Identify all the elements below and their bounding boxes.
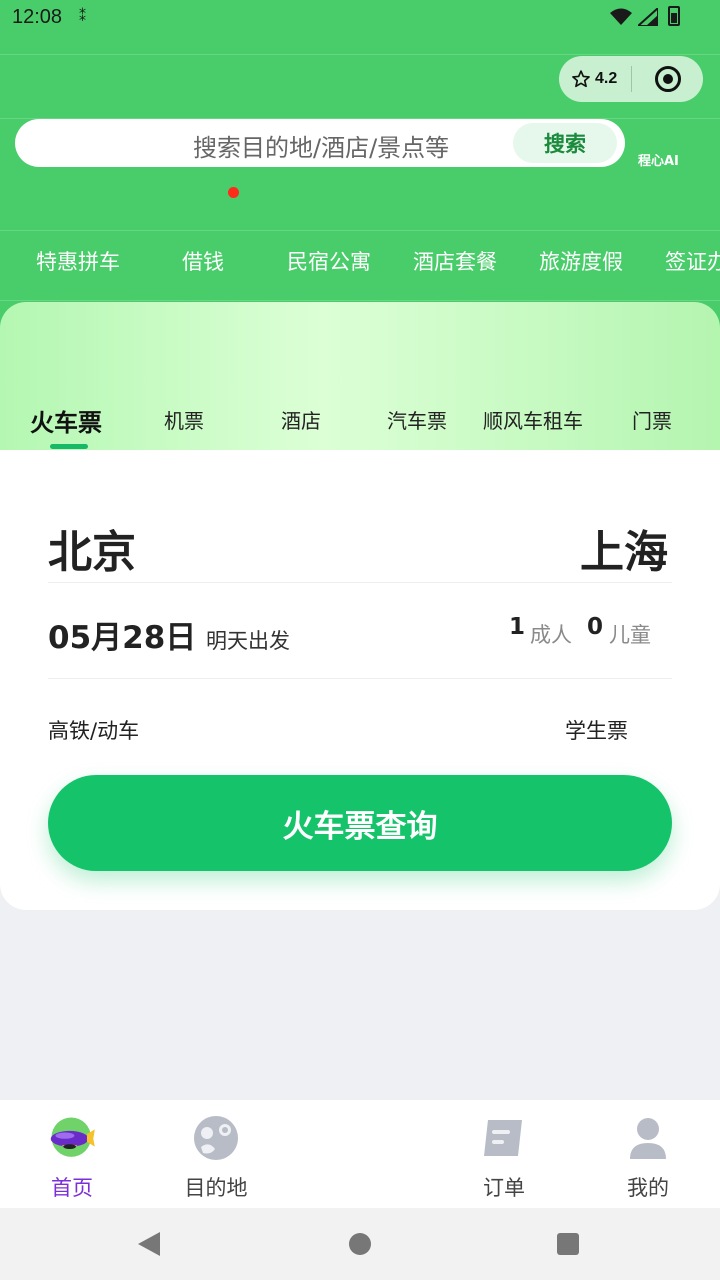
quick-nav: 特惠拼车 借钱 民宿公寓 酒店套餐 旅游度假 签证办 (0, 246, 720, 280)
tabbar-orders[interactable]: 订单 (454, 1110, 554, 1202)
star-icon (572, 70, 590, 88)
status-bar: 12:08 ⁑ (0, 0, 720, 38)
adult-count[interactable]: 1 (509, 614, 525, 640)
departure-date-note: 明天出发 (206, 629, 290, 653)
red-dot-badge (228, 187, 239, 198)
child-label: 儿童 (609, 623, 651, 647)
battery-icon (668, 6, 680, 26)
divider (48, 582, 672, 583)
search-bar[interactable]: 搜索目的地/酒店/景点等 搜索 (15, 119, 625, 167)
miniprogram-capsule: 4.2 (559, 56, 703, 102)
system-navigation-bar (0, 1208, 720, 1280)
quick-nav-item[interactable]: 民宿公寓 (287, 246, 371, 276)
airship-home-icon (46, 1112, 98, 1164)
palette-icon (190, 1112, 242, 1164)
close-target-button[interactable] (632, 65, 703, 93)
orders-icon (478, 1112, 530, 1164)
tab-flight[interactable]: 机票 (164, 405, 204, 434)
signal-icon (638, 8, 658, 26)
departure-date[interactable]: 05月28日 (48, 612, 196, 657)
high-speed-option[interactable]: 高铁/动车 (48, 715, 139, 745)
train-search-button[interactable]: 火车票查询 (48, 775, 672, 871)
active-tab-indicator (50, 444, 88, 449)
tabbar-orders-label: 订单 (483, 1176, 525, 1200)
tabbar-home-label: 首页 (51, 1176, 93, 1200)
rating-value: 4.2 (595, 70, 618, 87)
ai-assistant-button[interactable]: 程心AI (638, 150, 679, 169)
tab-tickets[interactable]: 门票 (632, 405, 672, 434)
bottom-tab-bar: 首页 目的地 订单 我的 (0, 1100, 720, 1208)
rating-button[interactable]: 4.2 (559, 69, 631, 89)
tabbar-profile-label: 我的 (627, 1176, 669, 1200)
recent-apps-icon[interactable] (557, 1233, 579, 1255)
tab-hotel[interactable]: 酒店 (281, 405, 321, 434)
header-divider (0, 230, 720, 231)
quick-nav-item[interactable]: 特惠拼车 (36, 246, 120, 276)
profile-icon (622, 1112, 674, 1164)
home-icon[interactable] (349, 1233, 371, 1255)
quick-nav-item[interactable]: 酒店套餐 (413, 246, 497, 276)
tabbar-profile[interactable]: 我的 (598, 1110, 698, 1202)
divider (48, 678, 672, 679)
header-divider (0, 300, 720, 301)
tabbar-destination[interactable]: 目的地 (166, 1110, 266, 1202)
header-divider (0, 54, 720, 55)
adult-label: 成人 (530, 623, 572, 647)
tabbar-destination-label: 目的地 (184, 1176, 248, 1200)
quick-nav-item[interactable]: 签证办 (665, 246, 720, 276)
tabbar-home[interactable]: 首页 (22, 1110, 122, 1202)
quick-nav-item[interactable]: 借钱 (182, 246, 224, 276)
status-time: 12:08 (12, 6, 63, 28)
back-icon[interactable] (138, 1232, 160, 1256)
search-button[interactable]: 搜索 (513, 123, 617, 163)
tab-train[interactable]: 火车票 (30, 403, 102, 438)
quick-nav-item[interactable]: 旅游度假 (539, 246, 623, 276)
wifi-icon (610, 8, 632, 25)
booking-card-header (0, 302, 720, 452)
target-icon (654, 66, 681, 92)
student-ticket-option[interactable]: 学生票 (565, 715, 628, 745)
tab-bus[interactable]: 汽车票 (387, 405, 447, 434)
search-input-placeholder[interactable]: 搜索目的地/酒店/景点等 (193, 128, 449, 163)
from-city[interactable]: 北京 (48, 516, 136, 580)
to-city[interactable]: 上海 (580, 516, 668, 580)
notification-icon: ⁑ (79, 9, 86, 25)
tab-rideshare[interactable]: 顺风车租车 (483, 405, 583, 434)
child-count[interactable]: 0 (587, 614, 603, 640)
